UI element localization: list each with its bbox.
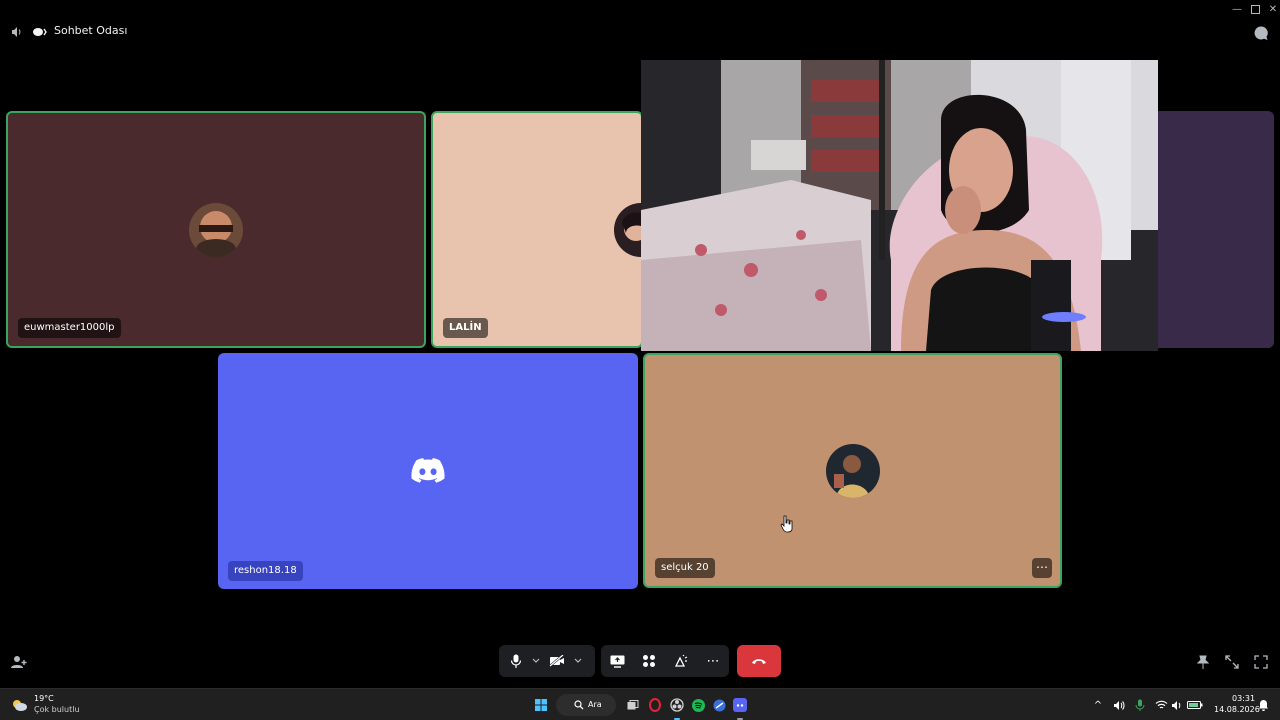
weather-icon[interactable]: [10, 696, 28, 714]
battery-icon[interactable]: [1186, 696, 1204, 714]
taskbar-search[interactable]: Ara: [556, 694, 616, 716]
opera-icon[interactable]: [646, 696, 664, 714]
avatar: [826, 444, 880, 498]
participant-tile-reshon[interactable]: reshon18.18: [218, 353, 638, 589]
windows-taskbar: 19°C Çok bulutlu Ara ^ 03:31 14.08.2026: [0, 688, 1280, 720]
notification-icon[interactable]: [1254, 696, 1272, 714]
obs-icon[interactable]: [668, 696, 686, 714]
chevron-down-icon[interactable]: [571, 645, 585, 677]
add-people-icon[interactable]: [10, 653, 28, 671]
spotify-icon[interactable]: [689, 696, 707, 714]
discord-logo-icon: [410, 457, 446, 485]
volume-icon[interactable]: [1110, 696, 1128, 714]
search-label: Ara: [588, 700, 602, 709]
voice-channel-icon: [31, 25, 51, 39]
participant-name: reshon18.18: [228, 561, 303, 581]
speaker-tray-icon[interactable]: [1168, 696, 1186, 714]
maximize-icon[interactable]: [1246, 2, 1264, 16]
participant-name: euwmaster1000lp: [18, 318, 121, 338]
screen-share-button[interactable]: [604, 645, 630, 677]
participant-tile-euwmaster[interactable]: euwmaster1000lp: [6, 111, 426, 348]
camera-off-button[interactable]: [543, 645, 571, 677]
mic-active-icon[interactable]: [1131, 696, 1149, 714]
more-options-icon[interactable]: ⋯: [700, 645, 726, 677]
soundboard-icon[interactable]: [668, 645, 694, 677]
minimize-icon[interactable]: —: [1228, 2, 1246, 16]
participant-name: selçuk 20: [655, 558, 715, 578]
activities-icon[interactable]: [636, 645, 662, 677]
close-icon[interactable]: ✕: [1264, 2, 1280, 16]
chevron-up-icon[interactable]: ^: [1089, 696, 1107, 714]
app-icon[interactable]: [710, 696, 728, 714]
participant-tile-lalin[interactable]: LALİN: [431, 111, 643, 348]
call-header: Sohbet Odası — ✕: [0, 0, 1280, 60]
popout-icon[interactable]: [1223, 653, 1241, 671]
discord-taskbar-icon[interactable]: [731, 696, 749, 714]
participant-tile-offscreen[interactable]: [1150, 111, 1274, 348]
speaker-icon[interactable]: [10, 25, 24, 39]
weather-temp: 19°C: [34, 694, 54, 703]
cursor-icon: [780, 515, 794, 533]
weather-desc: Çok bulutlu: [34, 705, 80, 714]
activity-controls: ⋯: [601, 645, 729, 677]
clock-date: 14.08.2026: [1214, 705, 1260, 714]
participant-name: LALİN: [443, 318, 488, 338]
video-stream[interactable]: [641, 60, 1158, 351]
clock-time: 03:31: [1232, 694, 1256, 703]
fullscreen-icon[interactable]: [1252, 653, 1270, 671]
pin-icon[interactable]: [1194, 653, 1212, 671]
avatar: [189, 203, 243, 257]
participant-tile-selcuk[interactable]: selçuk 20 ⋯: [643, 353, 1062, 588]
task-view-icon[interactable]: [624, 696, 642, 714]
microphone-button[interactable]: [503, 645, 529, 677]
avatar: [614, 203, 641, 257]
search-icon: [573, 699, 585, 711]
start-icon[interactable]: [532, 696, 550, 714]
webcam-feed: [641, 60, 1158, 351]
more-options-button[interactable]: ⋯: [1032, 558, 1052, 578]
audio-video-controls: [499, 645, 595, 677]
chevron-down-icon[interactable]: [529, 645, 543, 677]
channel-title: Sohbet Odası: [54, 24, 128, 37]
disconnect-button[interactable]: [737, 645, 781, 677]
chat-icon[interactable]: [1252, 24, 1270, 42]
